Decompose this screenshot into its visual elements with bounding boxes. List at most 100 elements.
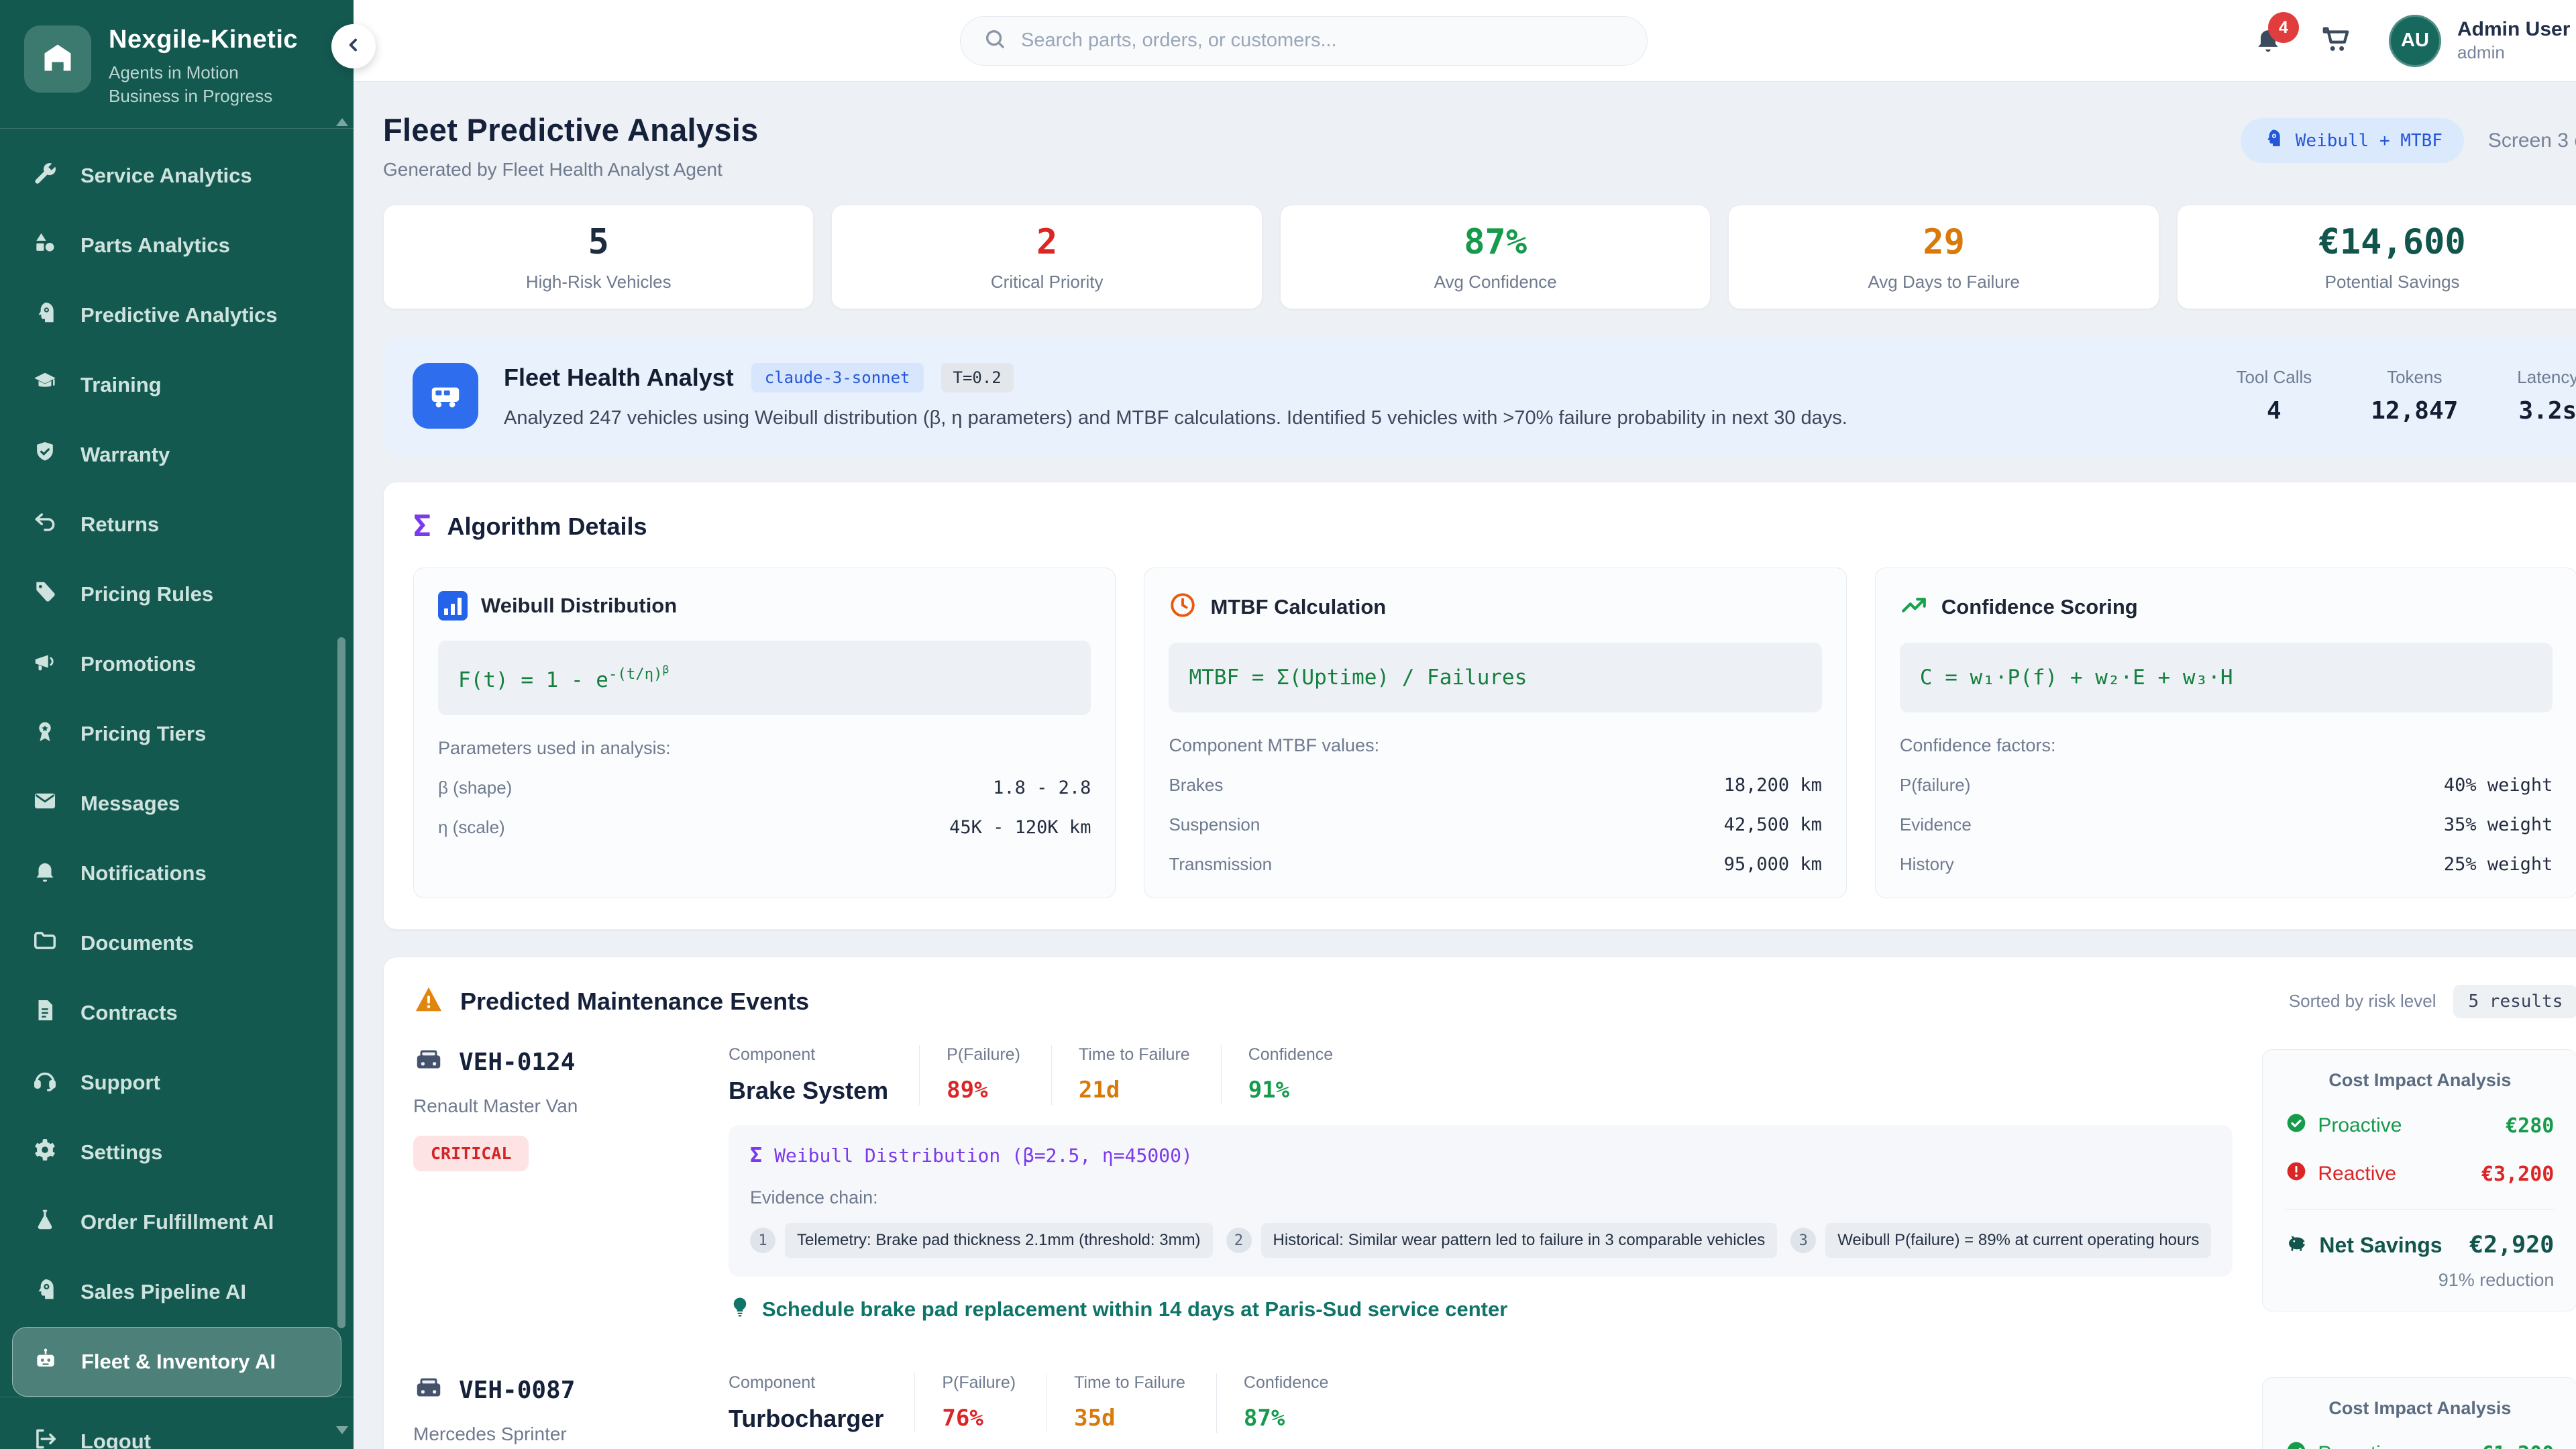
sorted-by-label: Sorted by risk level <box>2289 991 2436 1012</box>
sidebar-item-warranty[interactable]: Warranty <box>0 420 354 490</box>
flask-icon <box>32 1207 58 1238</box>
sidebar-item-label: Support <box>80 1071 160 1095</box>
subcard-title: Weibull Distribution <box>481 594 677 618</box>
subcard-title: Confidence Scoring <box>1941 595 2138 619</box>
agent-description: Analyzed 247 vehicles using Weibull dist… <box>504 407 1847 429</box>
sidebar-item-label: Returns <box>80 513 159 537</box>
sidebar-item-label: Warranty <box>80 443 170 467</box>
page-title: Fleet Predictive Analysis <box>383 111 759 148</box>
bell-icon <box>2253 45 2283 56</box>
sidebar-item-pricing-tiers[interactable]: Pricing Tiers <box>0 699 354 769</box>
sidebar-item-service-analytics[interactable]: Service Analytics <box>0 141 354 211</box>
robot-icon <box>33 1346 58 1377</box>
kpi-label: High-Risk Vehicles <box>526 272 672 292</box>
kpi-potential-savings: €14,600 Potential Savings <box>2177 205 2576 309</box>
app-logo <box>24 25 91 93</box>
user-role: admin <box>2457 42 2570 63</box>
sidebar-item-support[interactable]: Support <box>0 1048 354 1118</box>
kpi-avg-days-to-failure: 29 Avg Days to Failure <box>1728 205 2159 309</box>
sidebar-item-label: Order Fulfillment AI <box>80 1210 274 1234</box>
van-icon <box>413 363 478 429</box>
weibull-distribution-card: Weibull Distribution F(t) = 1 - e-(t/η)β… <box>413 568 1116 898</box>
kpi-value: 87% <box>1464 222 1527 262</box>
event-row-veh-0087[interactable]: VEH-0087 Mercedes Sprinter HIGH Componen… <box>413 1373 2576 1449</box>
severity-badge: CRITICAL <box>413 1136 529 1171</box>
divider <box>2286 1209 2554 1210</box>
metric-component: Component Brake System <box>729 1045 919 1105</box>
head-gear-icon <box>32 1277 58 1307</box>
app-root: Nexgile-Kinetic Agents in Motion Busines… <box>0 0 2576 1449</box>
logout-icon <box>32 1426 58 1449</box>
sidebar-item-fleet-inventory-ai[interactable]: Fleet & Inventory AI <box>12 1327 341 1397</box>
sidebar-item-label: Settings <box>80 1140 162 1165</box>
sidebar-item-order-fulfillment-ai[interactable]: Order Fulfillment AI <box>0 1187 354 1257</box>
sidebar-scrollbar[interactable] <box>337 127 345 1425</box>
sidebar-nav: Service Analytics Parts Analytics Predic… <box>0 129 354 1397</box>
shapes-icon <box>32 230 58 261</box>
algorithm-badge-label: Weibull + MTBF <box>2296 131 2443 151</box>
sidebar-item-sales-pipeline-ai[interactable]: Sales Pipeline AI <box>0 1257 354 1327</box>
sidebar-item-label: Contracts <box>80 1001 178 1025</box>
notification-count-badge: 4 <box>2268 12 2299 43</box>
kpi-value: 5 <box>588 222 609 262</box>
event-details: Component Turbocharger P(Failure) 76% Ti… <box>729 1373 2233 1449</box>
model-badge: claude-3-sonnet <box>751 363 924 392</box>
car-icon <box>413 1373 444 1407</box>
sidebar-item-settings[interactable]: Settings <box>0 1118 354 1187</box>
screen-counter: Screen 3 of 6 <box>2488 129 2576 152</box>
vehicle-name: Mercedes Sprinter <box>413 1424 699 1445</box>
logout-button[interactable]: Logout <box>0 1415 354 1449</box>
sidebar-item-label: Sales Pipeline AI <box>80 1280 246 1304</box>
main-area: 4 AU Admin User admin Fleet Pred <box>354 0 2576 1449</box>
kpi-critical-priority: 2 Critical Priority <box>831 205 1262 309</box>
kpi-value: 29 <box>1923 222 1965 262</box>
results-count-badge: 5 results <box>2453 985 2576 1018</box>
model-evidence-box: Σ Weibull Distribution (β=2.5, η=45000) … <box>729 1125 2233 1277</box>
award-ribbon-icon <box>32 718 58 749</box>
predicted-maintenance-events-section: Predicted Maintenance Events Sorted by r… <box>383 957 2576 1449</box>
sidebar-item-documents[interactable]: Documents <box>0 908 354 978</box>
cart-button[interactable] <box>2320 23 2351 58</box>
param-row: History 25% weight <box>1900 854 2553 875</box>
cost-row-net-savings: Net Savings €2,920 <box>2286 1231 2554 1259</box>
sidebar-item-returns[interactable]: Returns <box>0 490 354 559</box>
avatar: AU <box>2389 15 2441 67</box>
sidebar-item-messages[interactable]: Messages <box>0 769 354 839</box>
sigma-icon: Σ <box>413 509 431 543</box>
return-arrow-icon <box>32 509 58 540</box>
alert-circle-icon <box>2286 1161 2307 1187</box>
sidebar-item-contracts[interactable]: Contracts <box>0 978 354 1048</box>
param-row: Evidence 35% weight <box>1900 814 2553 835</box>
sidebar-item-notifications[interactable]: Notifications <box>0 839 354 908</box>
evidence-chips: 1 Telemetry: Brake pad thickness 2.1mm (… <box>750 1223 2211 1258</box>
scroll-up-arrow[interactable] <box>336 118 348 126</box>
kpi-row: 5 High-Risk Vehicles 2 Critical Priority… <box>383 205 2576 309</box>
sidebar-collapse-button[interactable] <box>331 24 376 68</box>
sidebar-scroll-thumb[interactable] <box>337 637 345 1328</box>
cost-row-reactive: Reactive €3,200 <box>2286 1161 2554 1187</box>
sidebar-item-label: Notifications <box>80 861 207 885</box>
search-input[interactable] <box>1021 30 1624 52</box>
params-label: Confidence factors: <box>1900 735 2553 756</box>
sidebar-item-pricing-rules[interactable]: Pricing Rules <box>0 559 354 629</box>
sidebar-item-promotions[interactable]: Promotions <box>0 629 354 699</box>
param-row: η (scale) 45K - 120K km <box>438 817 1091 838</box>
sidebar-item-training[interactable]: Training <box>0 350 354 420</box>
sidebar-item-predictive-analytics[interactable]: Predictive Analytics <box>0 280 354 350</box>
sidebar-item-parts-analytics[interactable]: Parts Analytics <box>0 211 354 280</box>
param-row: Transmission 95,000 km <box>1169 854 1821 875</box>
page-header: Fleet Predictive Analysis Generated by F… <box>383 111 2576 180</box>
notifications-button[interactable]: 4 <box>2253 24 2283 57</box>
sidebar-footer: Logout <box>0 1397 354 1449</box>
metric-p-failure: P(Failure) 76% <box>914 1373 1046 1433</box>
warehouse-icon <box>40 40 75 78</box>
event-row-veh-0124[interactable]: VEH-0124 Renault Master Van CRITICAL Com… <box>413 1045 2576 1324</box>
megaphone-icon <box>32 649 58 680</box>
agent-name: Fleet Health Analyst <box>504 364 734 392</box>
scroll-down-arrow[interactable] <box>336 1426 348 1434</box>
user-menu[interactable]: AU Admin User admin <box>2389 15 2576 67</box>
gear-icon <box>32 1137 58 1168</box>
search-bar[interactable] <box>960 16 1648 66</box>
metric-component: Component Turbocharger <box>729 1373 914 1433</box>
kpi-label: Potential Savings <box>2325 272 2460 292</box>
